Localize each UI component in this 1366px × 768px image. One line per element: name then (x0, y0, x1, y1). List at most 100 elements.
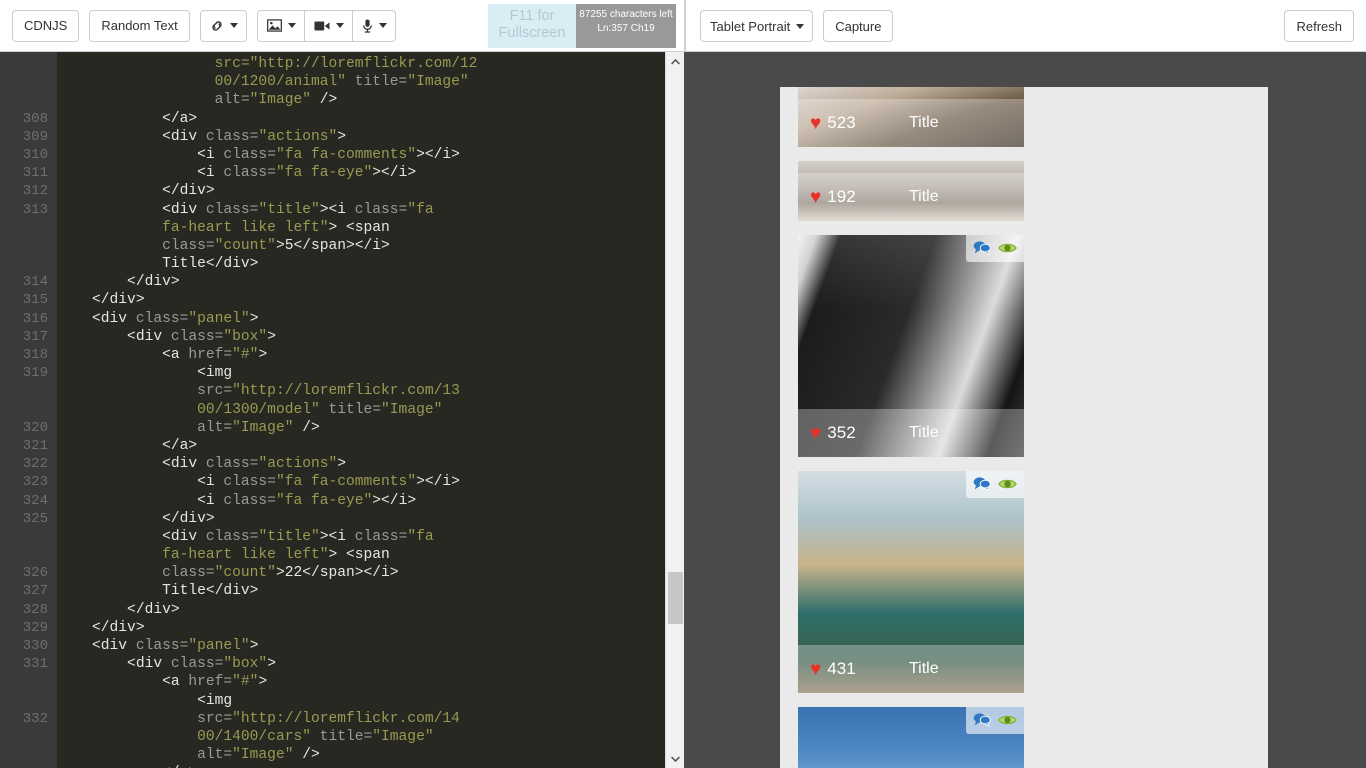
code-token: </div> (57, 292, 145, 309)
heart-icon[interactable]: ♥ (810, 424, 821, 443)
line-number (0, 746, 48, 764)
photo-card-box[interactable]: ♥ 523 Title (798, 87, 1024, 147)
like-count: 192 (827, 187, 856, 206)
code-token: <img (57, 365, 233, 382)
photo-card-box[interactable]: ♥ 192 Title (798, 161, 1024, 221)
code-token: "count" (214, 565, 276, 582)
scroll-down-arrow[interactable] (666, 750, 684, 767)
photo-card[interactable]: ♥ 352 Title (798, 235, 1024, 457)
code-token: class= (223, 165, 276, 182)
heart-icon[interactable]: ♥ (810, 188, 821, 207)
code-editor-pane[interactable]: 308 309 310 311 312 313 314 315 316 317 318 319 32… (0, 52, 684, 768)
line-number: 325 (22, 510, 48, 527)
heart-icon[interactable]: ♥ (810, 114, 821, 133)
code-token: "box" (223, 656, 268, 673)
photo-card[interactable]: Pablo C♥77Title (798, 707, 1024, 768)
like-count: 352 (827, 423, 856, 442)
line-number: 310 (22, 146, 48, 163)
code-token: > (249, 310, 259, 327)
eye-icon[interactable] (998, 241, 1017, 258)
photo-card[interactable]: ♥ 523 Title (798, 87, 1024, 147)
code-token: class= (223, 146, 276, 163)
card-title: Title (909, 188, 939, 205)
line-number: 330 (22, 638, 48, 654)
line-number: 318 (22, 347, 48, 363)
code-token: ><i (319, 201, 355, 218)
code-token: "count" (214, 237, 276, 254)
code-line: </div> (57, 291, 665, 309)
refresh-button[interactable]: Refresh (1284, 10, 1354, 42)
eye-icon[interactable] (998, 477, 1017, 494)
photo-card-box[interactable]: ♥ 352 Title (798, 235, 1024, 457)
code-line: Title</div> (57, 255, 665, 273)
line-number: 317 (22, 328, 48, 345)
code-token: <i (57, 146, 224, 163)
code-line: </a> (57, 437, 665, 455)
like-count: 431 (827, 659, 856, 678)
code-text-area[interactable]: src="http://loremflickr.com/12 00/1200/a… (57, 52, 665, 768)
line-number: 324 (22, 492, 48, 509)
device-preview-frame[interactable]: ♥ 523 Title ♥ 192 Title ♥ 352 Title ♥ 431 Title Pabl… (780, 87, 1268, 768)
code-token: fa-heart like left" (57, 219, 329, 236)
code-token: </div> (57, 274, 180, 291)
code-token: "Image" (249, 92, 311, 109)
capture-button[interactable]: Capture (823, 10, 894, 42)
like-group[interactable]: ♥ 352 (810, 423, 856, 443)
card-title: Title (909, 660, 939, 677)
photo-card[interactable]: ♥ 431 Title (798, 471, 1024, 693)
code-token: alt= (214, 92, 250, 109)
code-token: "Image" (232, 419, 294, 436)
code-line: class="count">5</span></i> (57, 237, 665, 255)
code-token: <div (57, 528, 206, 545)
code-line: <i class="fa fa-eye"></i> (57, 164, 665, 182)
cdnjs-button[interactable]: CDNJS (12, 9, 80, 42)
like-group[interactable]: ♥ 431 (810, 659, 856, 679)
like-group[interactable]: ♥ 523 (810, 113, 856, 133)
photo-card-box[interactable]: ♥ 431 Title (798, 471, 1024, 693)
like-group[interactable]: ♥ 192 (810, 187, 856, 207)
card-title: Title (909, 114, 939, 131)
line-number: 311 (22, 165, 48, 182)
code-line: </div> (57, 273, 665, 291)
scrollbar-thumb[interactable] (668, 572, 683, 624)
microphone-dropdown-button[interactable] (351, 9, 396, 42)
comments-icon[interactable] (973, 240, 991, 258)
line-number: 328 (22, 601, 48, 618)
link-dropdown-button[interactable] (199, 9, 247, 42)
code-token: "Image" (407, 74, 469, 91)
code-line: <div class="title"><i class="fa (57, 201, 665, 219)
code-line: class="count">22</span></i> (57, 564, 665, 582)
code-line: <div class="actions"> (57, 455, 665, 473)
card-title-bar: ♥ 523 Title (798, 99, 1024, 147)
editor-vertical-scrollbar[interactable] (665, 52, 684, 768)
eye-icon[interactable] (998, 713, 1017, 730)
image-dropdown-button[interactable] (256, 9, 305, 42)
line-number: 329 (22, 619, 48, 636)
characters-left-label: 87255 characters left (579, 9, 673, 20)
code-token: <i (57, 492, 224, 509)
like-count: 523 (827, 113, 856, 132)
photo-card[interactable]: ♥ 192 Title (798, 161, 1024, 221)
heart-icon[interactable]: ♥ (810, 660, 821, 679)
device-size-select[interactable]: Tablet Portrait (700, 10, 814, 42)
random-text-button[interactable]: Random Text (89, 9, 190, 42)
code-line: </div> (57, 601, 665, 619)
code-line: </div> (57, 510, 665, 528)
scroll-up-arrow[interactable] (666, 53, 684, 70)
code-line: <img (57, 364, 665, 382)
line-number (0, 528, 48, 546)
code-token: <div (57, 201, 206, 218)
photo-card-box[interactable]: Pablo C♥77Title (798, 707, 1024, 768)
video-dropdown-button[interactable] (303, 9, 353, 42)
comments-icon[interactable] (973, 712, 991, 730)
line-number (0, 546, 48, 564)
comments-icon[interactable] (973, 476, 991, 494)
code-token: >5</span></i> (275, 237, 390, 254)
editor-toolbar-buttons: CDNJS Random Text (0, 0, 396, 52)
code-token: "#" (232, 674, 259, 691)
line-number (0, 692, 48, 710)
code-line: src="http://loremflickr.com/13 (57, 382, 665, 400)
